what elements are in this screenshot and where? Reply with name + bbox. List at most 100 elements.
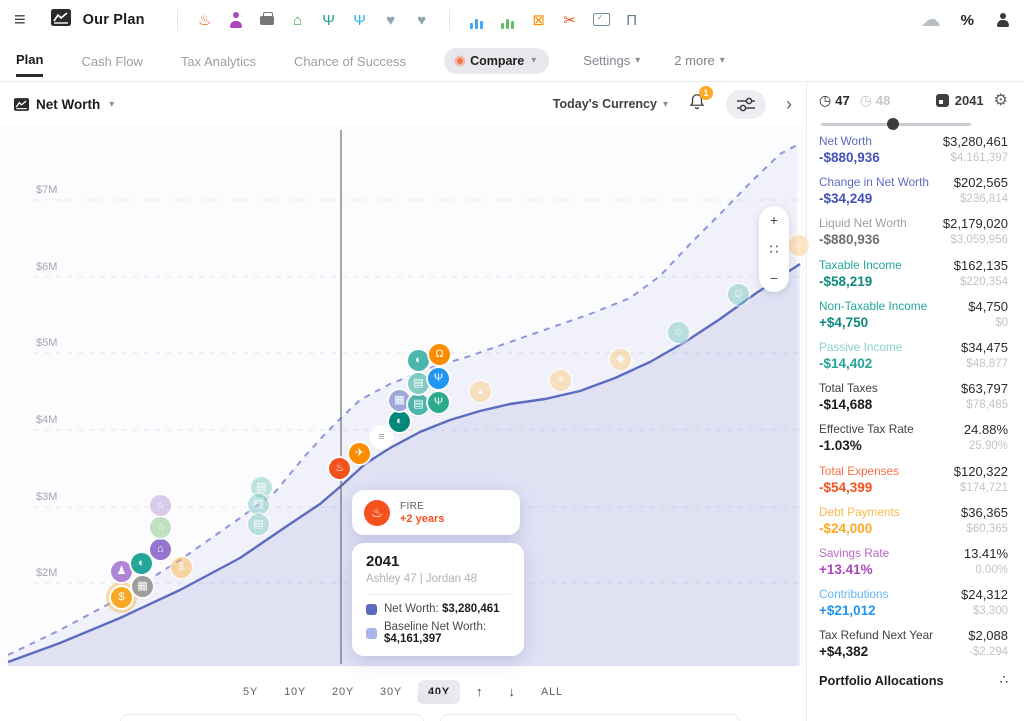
panel-row-total-taxes[interactable]: Total Taxes -$14,688 $63,797 $78,485 bbox=[819, 381, 1008, 422]
panel-row-taxable-income[interactable]: Taxable Income -$58,219 $162,135 $220,35… bbox=[819, 258, 1008, 299]
currency-selector[interactable]: Today's Currency ▾ bbox=[553, 97, 668, 111]
milestone-building-3[interactable]: ▤ bbox=[248, 514, 269, 535]
milestone-building-2[interactable]: ▤ bbox=[248, 494, 269, 515]
tab-bar: Plan Cash Flow Tax Analytics Chance of Succ… bbox=[0, 40, 1024, 82]
heart-pulse-icon[interactable]: ♥ bbox=[382, 11, 400, 29]
tab-label: Cash Flow bbox=[81, 54, 142, 76]
metric-value: $2,179,020 bbox=[943, 216, 1008, 231]
tab-plan[interactable]: Plan bbox=[16, 44, 43, 77]
milestone-coins[interactable]: $ bbox=[171, 557, 192, 578]
milestone-home-green[interactable]: ⌂ bbox=[150, 517, 171, 538]
metric-value: $3,280,461 bbox=[943, 134, 1008, 149]
milestone-box[interactable]: ▦ bbox=[132, 576, 153, 597]
gear-icon[interactable]: ⚙ bbox=[994, 93, 1008, 109]
slider-thumb[interactable] bbox=[887, 118, 899, 130]
bank-icon[interactable]: Π bbox=[623, 11, 641, 29]
time-range-10y[interactable]: 10Y bbox=[274, 680, 316, 704]
milestone-flower[interactable]: ✳ bbox=[550, 370, 571, 391]
cloud-sync-icon[interactable]: ☁✓ bbox=[921, 10, 941, 30]
drag-handle[interactable] bbox=[417, 694, 451, 703]
time-range-all[interactable]: ALL bbox=[531, 680, 573, 704]
chart-blue-icon[interactable] bbox=[468, 11, 486, 29]
panel-row-effective-tax-rate[interactable]: Effective Tax Rate -1.03% 24.88% 25.90% bbox=[819, 422, 1008, 463]
panel-row-change-in-net-worth[interactable]: Change in Net Worth -$34,249 $202,565 $2… bbox=[819, 175, 1008, 216]
milestone-diamond[interactable]: ◆ bbox=[610, 349, 631, 370]
milestone-lock[interactable]: Ω bbox=[429, 344, 450, 365]
plan-icon-strip: ♨ ⌂ ΨΨ ♥ ♥ bbox=[196, 11, 431, 29]
zoom-out-button[interactable]: − bbox=[770, 271, 778, 285]
panel-row-liquid-net-worth[interactable]: Liquid Net Worth -$880,936 $2,179,020 $3… bbox=[819, 216, 1008, 257]
notification-badge: 1 bbox=[699, 86, 713, 100]
milestone-cash[interactable]: $ bbox=[111, 587, 132, 608]
milestone-layers[interactable]: ≡ bbox=[371, 427, 392, 448]
milestone-home[interactable]: ⌂ bbox=[150, 539, 171, 560]
panel-row-tax-refund-next-year[interactable]: Tax Refund Next Year +$4,382 $2,088 -$2,… bbox=[819, 628, 1008, 669]
panel-row-savings-rate[interactable]: Savings Rate +13.41% 13.41% 0.00% bbox=[819, 546, 1008, 587]
metric-value: $24,312 bbox=[961, 587, 1008, 602]
panel-row-passive-income[interactable]: Passive Income -$14,402 $34,475 $48,877 bbox=[819, 340, 1008, 381]
metric-baseline-value: $3,300 bbox=[973, 605, 1008, 617]
compare-target-icon bbox=[457, 58, 463, 64]
milestone-travel[interactable]: ✈ bbox=[349, 443, 370, 464]
metric-selector[interactable]: Net Worth ▾ bbox=[14, 97, 114, 112]
person-icon[interactable] bbox=[227, 11, 245, 29]
settings-menu[interactable]: Settings ▾ bbox=[583, 53, 640, 68]
milestone-ledger-1[interactable]: ▤ bbox=[408, 394, 429, 415]
zoom-in-button[interactable]: + bbox=[770, 213, 778, 227]
panel-row-total-expenses[interactable]: Total Expenses -$54,399 $120,322 $174,72… bbox=[819, 464, 1008, 505]
flame-icon[interactable]: ♨ bbox=[196, 11, 214, 29]
panel-row-debt-payments[interactable]: Debt Payments -$24,000 $36,365 $60,365 bbox=[819, 505, 1008, 546]
tab-tax-analytics[interactable]: Tax Analytics bbox=[181, 46, 256, 76]
milestone-smile-1[interactable]: ☺ bbox=[668, 322, 689, 343]
heart-pulse-icon-2[interactable]: ♥ bbox=[413, 11, 431, 29]
milestone-briefcase[interactable]: ▦ bbox=[389, 390, 410, 411]
shift-later-button[interactable]: ↓ bbox=[499, 678, 526, 705]
account-avatar-icon[interactable] bbox=[994, 12, 1010, 28]
shift-earlier-button[interactable]: ↑ bbox=[466, 678, 493, 705]
year-slider[interactable] bbox=[821, 118, 971, 130]
chart-options-button[interactable] bbox=[726, 90, 766, 119]
milestone-home-purple[interactable]: ⌂ bbox=[150, 495, 171, 516]
tab-chance-of-success[interactable]: Chance of Success bbox=[294, 46, 406, 76]
chart-green-icon[interactable] bbox=[499, 11, 517, 29]
milestone-grad[interactable]: ▴ bbox=[470, 381, 491, 402]
scissors-icon[interactable]: ✂ bbox=[561, 11, 579, 29]
palm-blue-icon[interactable]: Ψ bbox=[351, 11, 369, 29]
tab-cash-flow[interactable]: Cash Flow bbox=[81, 46, 142, 76]
time-range-30y[interactable]: 30Y bbox=[370, 680, 412, 704]
milestone-contrast-2[interactable]: ◐ bbox=[389, 411, 410, 432]
portfolio-allocations-row[interactable]: Portfolio Allocations ∴ bbox=[819, 672, 1008, 688]
milestone-fire[interactable]: ♨ bbox=[329, 458, 350, 479]
panel-row-contributions[interactable]: Contributions +$21,012 $24,312 $3,300 bbox=[819, 587, 1008, 628]
milestone-palm-green[interactable]: Ψ bbox=[428, 392, 449, 413]
more-tabs-menu[interactable]: 2 more ▾ bbox=[674, 53, 725, 68]
milestone-person[interactable]: ♟ bbox=[111, 561, 132, 582]
milestone-palm-blue[interactable]: Ψ bbox=[428, 368, 449, 389]
palm-teal-icon[interactable]: Ψ bbox=[320, 11, 338, 29]
tax-rates-icon[interactable]: % bbox=[961, 12, 974, 29]
panel-row-net-worth[interactable]: Net Worth -$880,936 $3,280,461 $4,161,39… bbox=[819, 134, 1008, 175]
chevron-right-icon[interactable]: › bbox=[786, 95, 792, 113]
allocation-dots-icon: ∴ bbox=[1000, 672, 1008, 688]
primary-age: ◷ 47 bbox=[819, 92, 850, 109]
notifications-button[interactable]: 1 bbox=[688, 92, 706, 116]
menu-icon[interactable]: ≡ bbox=[14, 10, 25, 30]
metric-delta: +$4,750 bbox=[819, 315, 927, 330]
zoom-fit-button[interactable]: ∷ bbox=[770, 242, 779, 256]
compare-button[interactable]: Compare ▾ bbox=[444, 48, 549, 74]
y-axis-tick: $7M bbox=[36, 184, 57, 196]
time-range-5y[interactable]: 5Y bbox=[233, 680, 268, 704]
panel-row-non-taxable-income[interactable]: Non-Taxable Income +$4,750 $4,750 $0 bbox=[819, 299, 1008, 340]
time-range-20y[interactable]: 20Y bbox=[322, 680, 364, 704]
monitor-icon[interactable] bbox=[592, 11, 610, 29]
series-text: Baseline Net Worth: $4,161,397 bbox=[384, 621, 510, 645]
milestone-ledger-2[interactable]: ▤ bbox=[408, 373, 429, 394]
milestone-contrast[interactable]: ◐ bbox=[131, 553, 152, 574]
milestone-smile-2[interactable]: ☺ bbox=[728, 284, 749, 305]
age-clock-icon: ◷ bbox=[860, 92, 872, 109]
deduction-icon[interactable]: ⊠ bbox=[530, 11, 548, 29]
net-worth-chart[interactable]: $7M$6M$5M$4M$3M$2M $▦♟◐⌂⌂⌂$▤▤▤♨✈≡◐▦▤Ψ▤Ψ◐… bbox=[0, 126, 806, 666]
home-search-icon[interactable]: ⌂ bbox=[289, 11, 307, 29]
milestone-half[interactable]: ◐ bbox=[408, 350, 429, 371]
briefcase-icon[interactable] bbox=[258, 11, 276, 29]
